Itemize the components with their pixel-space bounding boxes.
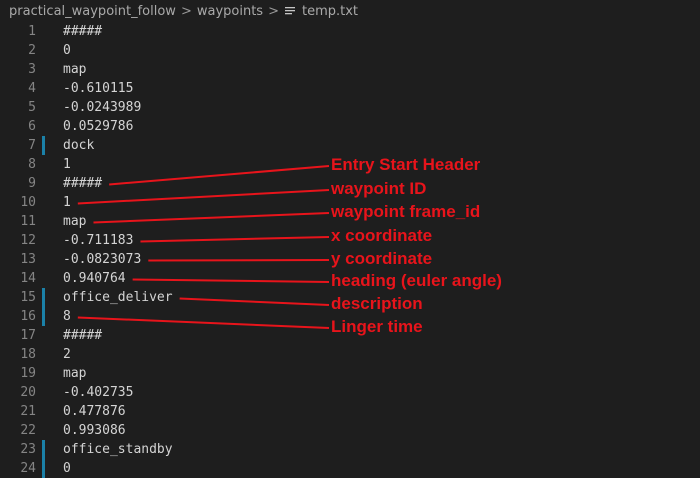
breadcrumb-item-folder[interactable]: practical_waypoint_follow (9, 4, 176, 19)
line-text[interactable]: -0.0243989 (63, 98, 141, 117)
line-number: 20 (20, 385, 36, 400)
code-line[interactable]: 20 (0, 41, 700, 60)
line-number: 18 (20, 347, 36, 362)
code-line[interactable]: 6 0.0529786 (0, 117, 700, 136)
line-text[interactable]: -0.402735 (63, 383, 133, 402)
line-number: 4 (28, 81, 36, 96)
line-text[interactable]: map (63, 364, 86, 383)
line-number: 11 (20, 214, 36, 229)
code-line[interactable]: 24 0 (0, 459, 700, 478)
annotation-label: waypoint frame_id (331, 202, 481, 221)
line-text[interactable]: ##### (63, 174, 102, 193)
code-line[interactable]: 21 0.477876 (0, 402, 700, 421)
code-line[interactable]: 4 -0.610115 (0, 79, 700, 98)
line-text[interactable]: 0.0529786 (63, 117, 133, 136)
modified-line-marker[interactable] (42, 459, 45, 478)
text-file-icon (284, 5, 296, 17)
line-number: 8 (28, 157, 36, 172)
line-number: 10 (20, 195, 36, 210)
line-number: 16 (20, 309, 36, 324)
line-number: 12 (20, 233, 36, 248)
annotation-label: waypoint ID (331, 179, 427, 198)
line-text[interactable]: ##### (63, 22, 102, 41)
chevron-right-icon: > (268, 3, 279, 19)
line-number: 13 (20, 252, 36, 267)
modified-line-marker[interactable] (42, 136, 45, 155)
line-number: 21 (20, 404, 36, 419)
line-number: 19 (20, 366, 36, 381)
breadcrumb-item-subfolder[interactable]: waypoints (197, 4, 263, 19)
line-number: 23 (20, 442, 36, 457)
annotation-label: Entry Start Header (331, 155, 481, 174)
line-number: 17 (20, 328, 36, 343)
line-text[interactable]: 1 (63, 155, 71, 174)
annotation-label: heading (euler angle) (331, 271, 502, 290)
line-number: 2 (28, 43, 36, 58)
modified-line-marker[interactable] (42, 307, 45, 326)
line-text[interactable]: 1 (63, 193, 71, 212)
line-number: 15 (20, 290, 36, 305)
chevron-right-icon: > (180, 3, 192, 19)
line-number: 9 (28, 176, 36, 191)
code-line[interactable]: 20 -0.402735 (0, 383, 700, 402)
line-text[interactable]: 0 (63, 41, 71, 60)
line-number: 3 (28, 62, 36, 77)
line-number: 5 (28, 100, 36, 115)
breadcrumb-item-file[interactable]: temp.txt (302, 4, 358, 19)
line-text[interactable]: ##### (63, 326, 102, 345)
code-line[interactable]: 5 -0.0243989 (0, 98, 700, 117)
editor-window: practical_waypoint_follow > waypoints > … (0, 0, 700, 478)
code-line[interactable]: 19 map (0, 364, 700, 383)
code-line[interactable]: 23 office_standby (0, 440, 700, 459)
code-line[interactable]: 18 2 (0, 345, 700, 364)
line-text[interactable]: map (63, 212, 86, 231)
breadcrumb: practical_waypoint_follow > waypoints > … (0, 0, 700, 22)
line-number: 7 (28, 138, 36, 153)
line-number: 22 (20, 423, 36, 438)
code-line[interactable]: 22 0.993086 (0, 421, 700, 440)
annotation-label: x coordinate (331, 226, 433, 245)
line-text[interactable]: office_deliver (63, 288, 173, 307)
annotation-label: Linger time (331, 317, 423, 336)
annotation-label: y coordinate (331, 249, 433, 268)
line-text[interactable]: 8 (63, 307, 71, 326)
code-line[interactable]: 3 map (0, 60, 700, 79)
line-number: 14 (20, 271, 36, 286)
line-text[interactable]: dock (63, 136, 94, 155)
code-line[interactable]: 7 dock (0, 136, 700, 155)
modified-line-marker[interactable] (42, 440, 45, 459)
line-text[interactable]: -0.0823073 (63, 250, 141, 269)
annotation-label: description (331, 294, 423, 313)
line-number: 6 (28, 119, 36, 134)
line-text[interactable]: 0.993086 (63, 421, 126, 440)
line-text[interactable]: map (63, 60, 86, 79)
line-text[interactable]: 0.940764 (63, 269, 126, 288)
line-number: 1 (28, 24, 36, 39)
code-line[interactable]: 1 ##### (0, 22, 700, 41)
line-text[interactable]: office_standby (63, 440, 173, 459)
line-text[interactable]: 0 (63, 459, 71, 478)
line-text[interactable]: -0.711183 (63, 231, 133, 250)
modified-line-marker[interactable] (42, 288, 45, 307)
line-text[interactable]: 0.477876 (63, 402, 126, 421)
line-text[interactable]: -0.610115 (63, 79, 133, 98)
line-text[interactable]: 2 (63, 345, 71, 364)
line-number: 24 (20, 461, 36, 476)
